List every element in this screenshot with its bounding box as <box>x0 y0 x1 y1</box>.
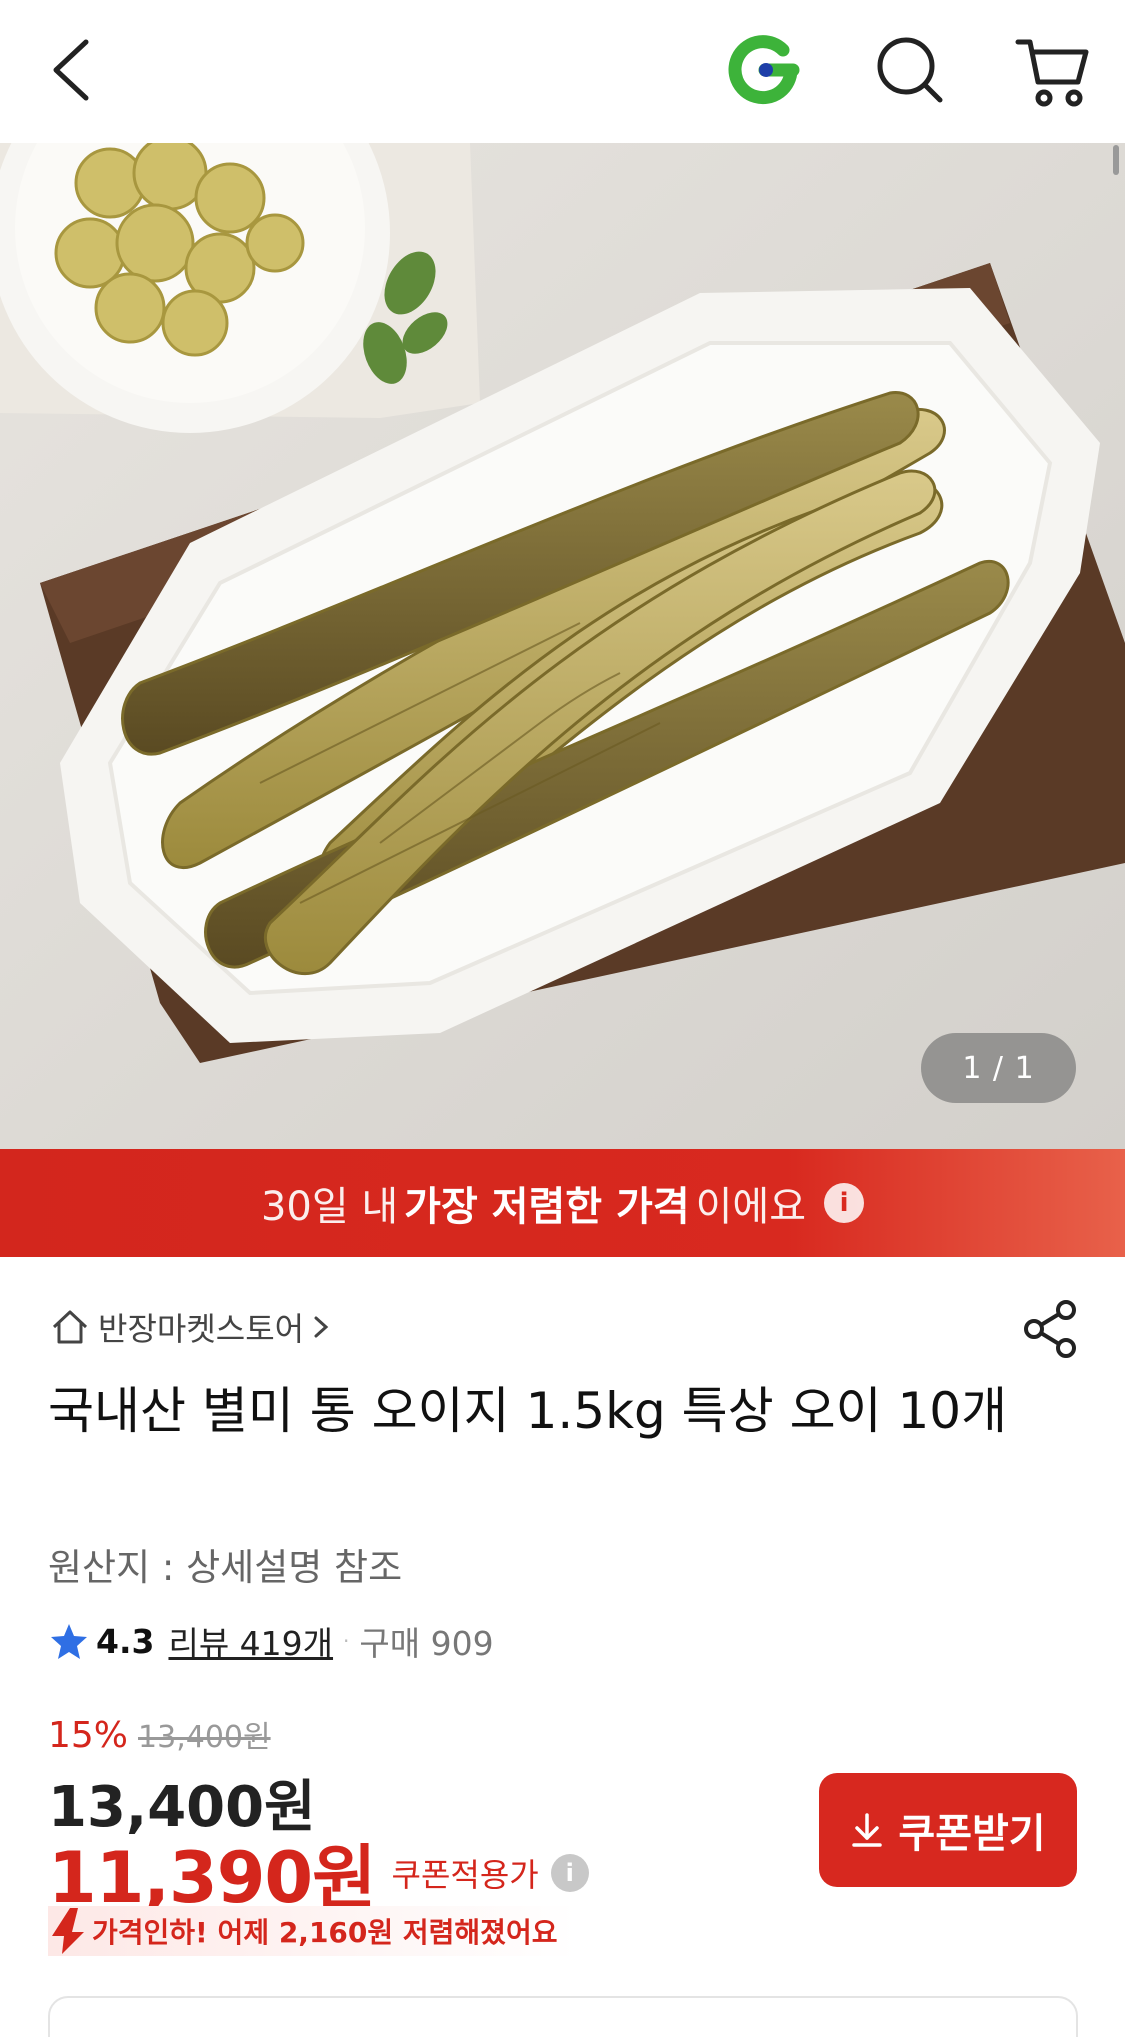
search-icon <box>877 37 943 103</box>
star-icon <box>51 1624 87 1659</box>
image-page-indicator: 1 / 1 <box>921 1033 1076 1103</box>
cart-icon <box>1015 39 1089 107</box>
lowest-price-banner[interactable]: 30일 내 가장 저렴한 가격 이에요 i <box>0 1149 1125 1257</box>
get-coupon-button[interactable]: 쿠폰받기 <box>819 1773 1077 1887</box>
store-name: 반장마켓스토어 <box>98 1310 305 1348</box>
rating-row: 4.3 리뷰 419개 · 구매 909 <box>50 1616 494 1666</box>
discount-row: 15% 13,400원 <box>48 1712 271 1756</box>
info-icon[interactable]: i <box>824 1183 865 1223</box>
discount-rate: 15% <box>48 1715 129 1756</box>
back-button[interactable] <box>40 30 110 110</box>
banner-text-suffix: 이에요 <box>695 1184 807 1230</box>
coupon-info-icon[interactable]: i <box>550 1853 589 1892</box>
store-link[interactable]: 반장마켓스토어 <box>50 1303 330 1351</box>
search-button[interactable] <box>872 30 948 110</box>
chevron-left-icon <box>53 39 89 101</box>
home-icon <box>52 1310 88 1344</box>
rating-score: 4.3 <box>96 1621 155 1661</box>
price-drop-text: 가격인하! 어제 2,160원 저렴해졌어요 <box>92 1916 558 1949</box>
separator-dot: · <box>343 1629 350 1653</box>
option-card[interactable] <box>48 1996 1078 2037</box>
price-drop-notice: 가격인하! 어제 2,160원 저렴해졌어요 <box>48 1906 578 1956</box>
product-title: 국내산 별미 통 오이지 1.5kg 특상 오이 10개 <box>48 1382 1008 1440</box>
g-logo-icon[interactable] <box>725 30 805 110</box>
review-count-link[interactable]: 리뷰 419개 <box>168 1617 333 1665</box>
top-app-bar <box>0 0 1125 143</box>
price-down-arrow-icon <box>52 1908 84 1954</box>
banner-text-highlight: 가장 저렴한 가격 <box>404 1184 690 1230</box>
scroll-indicator <box>1113 145 1119 175</box>
purchase-count: 구매 909 <box>359 1624 494 1663</box>
product-photo <box>0 143 1125 1149</box>
share-icon <box>1024 1300 1076 1358</box>
product-origin: 원산지 : 상세설명 참조 <box>48 1546 403 1589</box>
coupon-button-label: 쿠폰받기 <box>898 1812 1046 1856</box>
banner-text-prefix: 30일 내 <box>260 1184 399 1230</box>
download-icon <box>852 1813 883 1847</box>
share-button[interactable] <box>1022 1298 1080 1360</box>
original-price: 13,400원 <box>138 1720 271 1755</box>
cart-button[interactable] <box>1012 28 1092 112</box>
product-image-gallery[interactable]: 1 / 1 <box>0 143 1125 1149</box>
chevron-right-icon <box>314 1316 329 1338</box>
coupon-price-label: 쿠폰적용가 <box>391 1855 539 1894</box>
